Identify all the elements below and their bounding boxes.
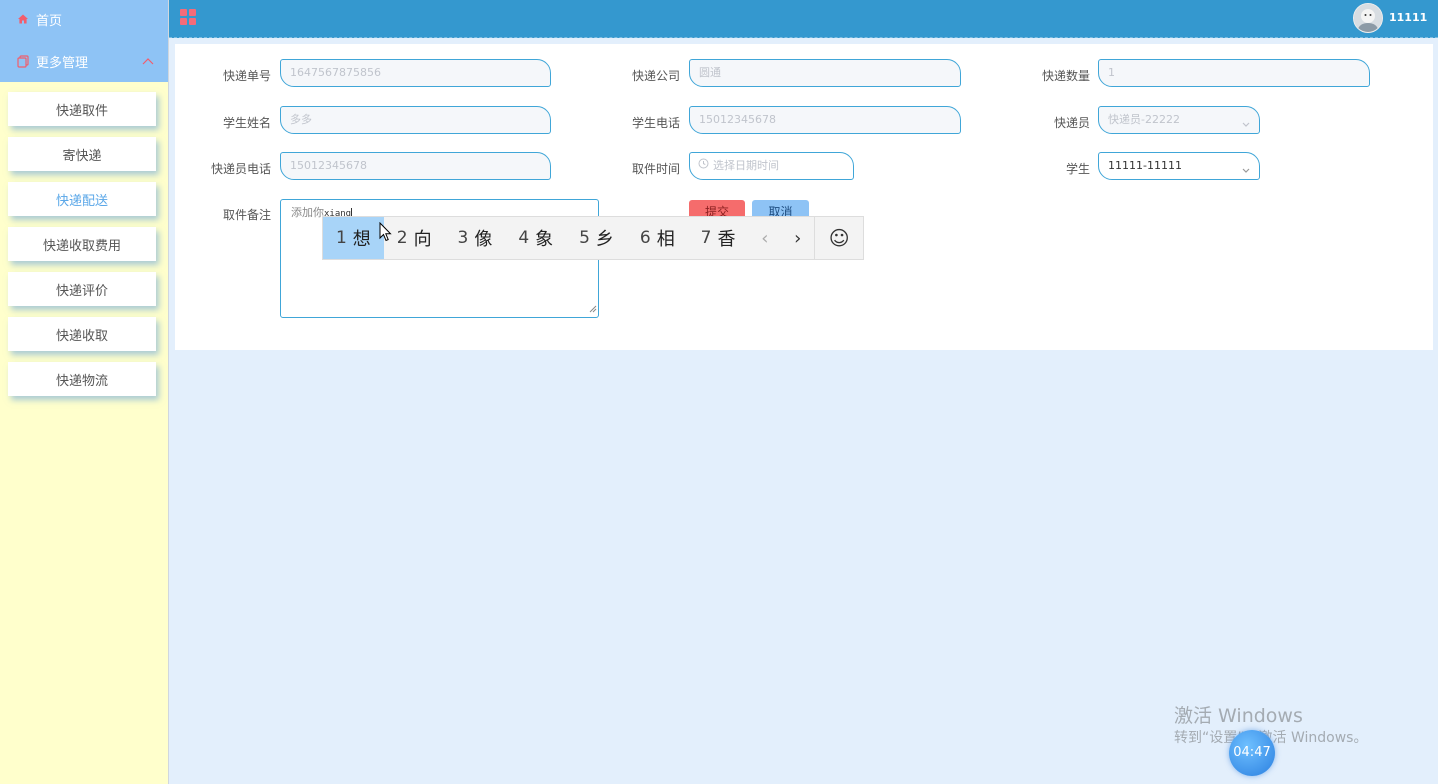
sidebar-subitem-pickup[interactable]: 快递取件: [8, 92, 156, 126]
courier-phone-label: 快递员电话: [210, 162, 271, 176]
document-icon: [16, 54, 30, 68]
ime-candidate-char: 像: [474, 229, 493, 250]
home-icon: [16, 12, 30, 26]
pickup-time-label: 取件时间: [631, 162, 680, 176]
sidebar-subitem-label: 快递配送: [55, 193, 108, 209]
sidebar-subitem-logistics[interactable]: 快递物流: [8, 362, 156, 396]
ime-candidate-number: 7: [700, 228, 712, 248]
sidebar-subitem-review[interactable]: 快递评价: [8, 272, 156, 306]
ime-candidate[interactable]: 4象: [505, 217, 566, 259]
ime-candidate-char: 香: [717, 229, 736, 250]
ime-candidate-number: 4: [518, 228, 530, 248]
sidebar-subitem-label: 快递收取费用: [42, 238, 121, 254]
student-name-label: 学生姓名: [222, 116, 271, 130]
username[interactable]: 11111: [1389, 11, 1427, 24]
ime-emoji-icon[interactable]: ☺: [814, 217, 863, 259]
student-select[interactable]: 11111-11111: [1098, 152, 1260, 180]
resize-handle-icon[interactable]: [589, 303, 597, 316]
sidebar-subitem-delivery[interactable]: 快递配送: [8, 182, 156, 216]
ime-candidate-bar: 1想 2向 3像 4象 5乡 6相 7香 ‹ › ☺: [322, 216, 864, 260]
chevron-down-icon: [1241, 113, 1251, 139]
ime-next-page-icon[interactable]: ›: [781, 217, 814, 259]
grid-menu-icon[interactable]: [180, 9, 196, 25]
ime-candidate-number: 1: [335, 228, 347, 248]
quantity-label: 快递数量: [1041, 69, 1090, 83]
student-name-field[interactable]: 多多: [280, 106, 551, 134]
courier-phone-field[interactable]: 15012345678: [280, 152, 551, 180]
sidebar-subitem-label: 快递收取: [55, 328, 108, 344]
ime-prev-page-icon[interactable]: ‹: [748, 217, 781, 259]
quantity-field[interactable]: 1: [1098, 59, 1370, 87]
tracking-no-label: 快递单号: [222, 69, 271, 83]
windows-activation-title: 激活 Windows: [1174, 705, 1303, 727]
tracking-no-field[interactable]: 1647567875856: [280, 59, 551, 87]
student-phone-label: 学生电话: [631, 116, 680, 130]
top-header: 11111: [169, 0, 1438, 38]
sidebar-subitem-label: 快递取件: [55, 103, 108, 119]
sidebar-subitem-fees[interactable]: 快递收取费用: [8, 227, 156, 261]
courier-select-value: 快递员-22222: [1108, 113, 1180, 126]
floating-clock[interactable]: 04:47: [1229, 730, 1275, 776]
sidebar-subitem-label: 寄快递: [62, 148, 102, 164]
ime-candidate-number: 2: [396, 228, 408, 248]
company-label: 快递公司: [631, 69, 680, 83]
form-panel: 快递单号 1647567875856 快递公司 圆通 快递数量 1 学生姓名 多…: [175, 44, 1433, 350]
ime-candidate-char: 想: [352, 229, 371, 250]
sidebar-item-more[interactable]: 更多管理: [0, 42, 168, 80]
pickup-time-placeholder: 选择日期时间: [713, 159, 779, 172]
remark-label: 取件备注: [222, 208, 271, 222]
courier-label: 快递员: [1053, 116, 1090, 130]
ime-candidate[interactable]: 6相: [627, 217, 688, 259]
ime-candidate[interactable]: 1想: [323, 217, 384, 259]
ime-candidate-char: 相: [656, 229, 675, 250]
chevron-up-icon[interactable]: [142, 54, 154, 69]
sidebar-subitem-label: 快递评价: [55, 283, 108, 299]
sidebar-menu-top: 首页 更多管理: [0, 0, 168, 82]
clock-icon: [698, 153, 709, 179]
ime-candidate[interactable]: 3像: [445, 217, 506, 259]
ime-candidate-char: 象: [535, 229, 554, 250]
chevron-down-icon: [1241, 159, 1251, 185]
ime-candidate[interactable]: 7香: [688, 217, 749, 259]
company-field[interactable]: 圆通: [689, 59, 961, 87]
sidebar-item-label: 更多管理: [36, 55, 89, 71]
sidebar-subitem-label: 快递物流: [55, 373, 108, 389]
student-label: 学生: [1065, 162, 1090, 176]
courier-select[interactable]: 快递员-22222: [1098, 106, 1260, 134]
ime-candidate-char: 乡: [595, 229, 614, 250]
remark-text: 添加你: [291, 206, 324, 219]
student-phone-field[interactable]: 15012345678: [689, 106, 961, 134]
sidebar: 首页 更多管理 快递取件 寄快递 快递配送 快递收取费用 快递评价 快递收取 快…: [0, 0, 169, 784]
sidebar-subitem-receive[interactable]: 快递收取: [8, 317, 156, 351]
sidebar-item-label: 首页: [36, 13, 63, 29]
ime-candidate-number: 6: [639, 228, 651, 248]
sidebar-item-home[interactable]: 首页: [0, 0, 168, 38]
ime-candidate[interactable]: 5乡: [566, 217, 627, 259]
avatar[interactable]: [1353, 3, 1383, 33]
pickup-time-picker[interactable]: 选择日期时间: [689, 152, 854, 180]
mouse-cursor-icon: [379, 221, 393, 245]
ime-candidate-number: 5: [579, 228, 590, 248]
sidebar-subitem-send[interactable]: 寄快递: [8, 137, 156, 171]
ime-candidate-number: 3: [457, 228, 469, 248]
student-select-value: 11111-11111: [1108, 159, 1182, 172]
ime-candidate-char: 向: [413, 229, 432, 250]
